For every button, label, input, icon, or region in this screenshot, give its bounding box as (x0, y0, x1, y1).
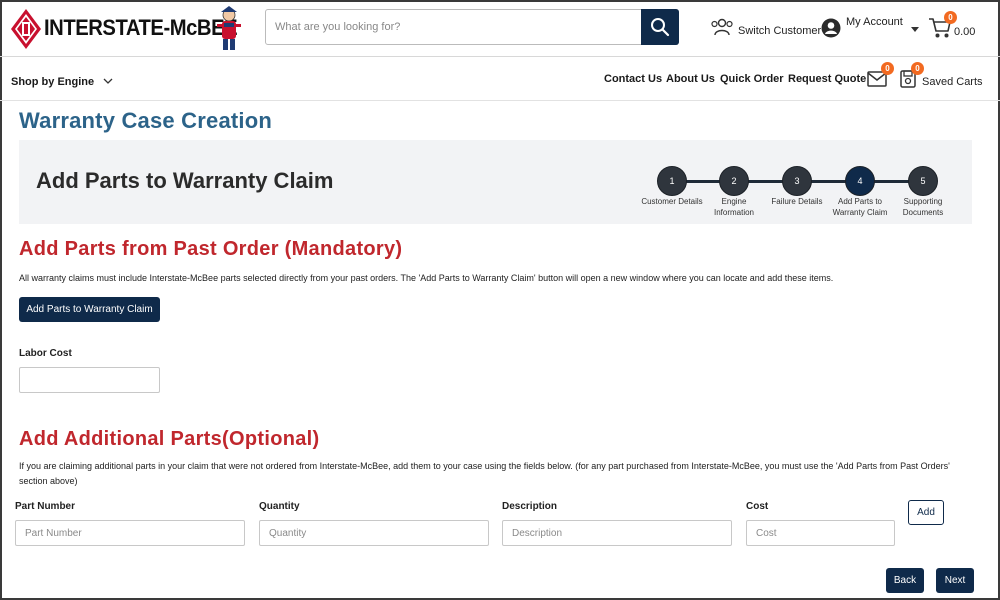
my-account-label: My Account (846, 16, 903, 28)
panel-title: Add Parts to Warranty Claim (36, 168, 334, 193)
search-bar (265, 9, 679, 45)
chevron-down-icon (103, 78, 113, 84)
saved-carts-count-badge: 0 (911, 62, 924, 75)
cart-count-badge: 0 (944, 11, 957, 24)
step-2-dot[interactable]: 2 (719, 166, 749, 196)
back-button[interactable]: Back (886, 568, 924, 593)
part-number-label: Part Number (15, 501, 76, 512)
add-parts-to-warranty-claim-button[interactable]: Add Parts to Warranty Claim (19, 297, 160, 322)
caret-down-icon (911, 27, 919, 32)
shop-by-engine-menu[interactable]: Shop by Engine (11, 72, 113, 90)
description-input[interactable] (503, 521, 731, 545)
nav-quick-order[interactable]: Quick Order (720, 73, 784, 85)
cost-input[interactable] (747, 521, 894, 545)
labor-cost-label: Labor Cost (19, 348, 72, 359)
past-order-section-title: Add Parts from Past Order (Mandatory) (19, 238, 403, 260)
step-1-dot[interactable]: 1 (657, 166, 687, 196)
step-5-label: Supporting Documents (883, 196, 963, 218)
description-field (502, 520, 732, 546)
search-icon (651, 18, 670, 37)
main-nav: Shop by Engine Contact Us About Us Quick… (0, 57, 1000, 101)
quantity-input[interactable] (260, 521, 488, 545)
part-number-field (15, 520, 245, 546)
search-input[interactable] (266, 10, 642, 44)
shop-by-engine-label: Shop by Engine (11, 76, 95, 88)
next-button[interactable]: Next (936, 568, 974, 593)
account-icon (821, 18, 841, 38)
nav-request-quote[interactable]: Request Quote (788, 73, 866, 85)
switch-customer-label: Switch Customer (738, 25, 822, 37)
messages-link[interactable]: 0 (867, 62, 894, 89)
brand-name: INTERSTATE-McBEE (44, 15, 238, 40)
cost-label: Cost (746, 501, 769, 512)
labor-cost-field (19, 367, 160, 393)
nav-about-us[interactable]: About Us (666, 73, 715, 85)
cart-link[interactable]: 0 0.00 (928, 11, 988, 42)
saved-carts-link[interactable]: 0 Saved Carts (900, 62, 983, 91)
past-order-description: All warranty claims must include Interst… (19, 273, 834, 283)
nav-contact-us[interactable]: Contact Us (604, 73, 662, 85)
search-button[interactable] (641, 9, 679, 45)
switch-customer-link[interactable]: Switch Customer (708, 17, 822, 39)
quantity-label: Quantity (259, 501, 300, 512)
part-number-input[interactable] (16, 521, 244, 545)
additional-parts-section-title: Add Additional Parts(Optional) (19, 428, 320, 450)
additional-parts-description: If you are claiming additional parts in … (19, 461, 950, 486)
messages-count-badge: 0 (881, 62, 894, 75)
add-part-button[interactable]: Add (908, 500, 944, 525)
step-5-label-line1: Supporting (903, 197, 943, 206)
step-2-label-line2: Information (713, 208, 755, 217)
diamond-logo-icon (11, 9, 41, 49)
description-label: Description (502, 501, 558, 512)
step-5-label-line2: Documents (902, 208, 944, 217)
quantity-field (259, 520, 489, 546)
page-title: Warranty Case Creation (19, 108, 272, 133)
step-5-dot[interactable]: 5 (908, 166, 938, 196)
site-header: INTERSTATE-McBEE Switch Custome (0, 0, 1000, 57)
step-4-dot[interactable]: 4 (845, 166, 875, 196)
brand-logo[interactable]: INTERSTATE-McBEE (10, 6, 245, 52)
mascot-icon (217, 6, 241, 50)
saved-carts-label: Saved Carts (922, 76, 983, 88)
users-icon (711, 18, 733, 36)
cart-total: 0.00 (954, 26, 976, 38)
cost-field (746, 520, 895, 546)
labor-cost-input[interactable] (20, 368, 159, 392)
my-account-menu[interactable]: My Account (820, 14, 920, 40)
step-3-dot[interactable]: 3 (782, 166, 812, 196)
